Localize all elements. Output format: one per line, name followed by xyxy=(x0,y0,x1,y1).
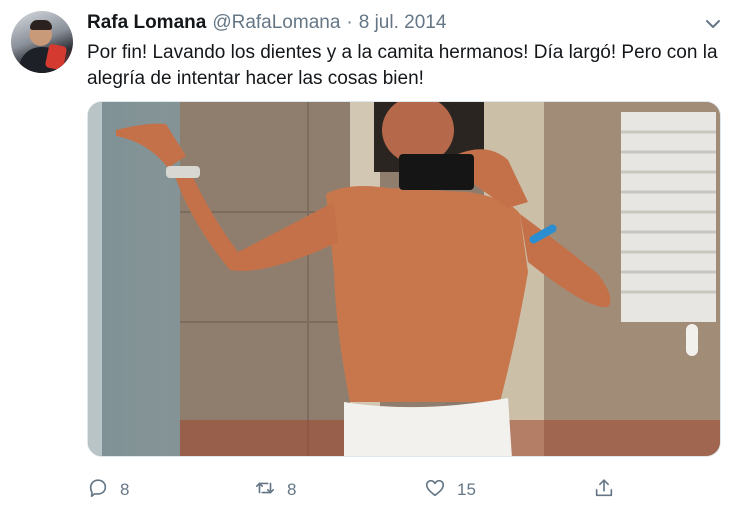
author-name[interactable]: Rafa Lomana xyxy=(87,12,206,34)
retweet-count: 8 xyxy=(287,480,297,499)
tweet-header: Rafa Lomana @RafaLomana · 8 jul. 2014 xyxy=(87,12,446,36)
tweet-actions: 8 8 15 xyxy=(87,475,627,505)
retweet-button[interactable]: 8 xyxy=(254,475,296,505)
share-icon xyxy=(593,477,615,504)
retweet-icon xyxy=(254,477,276,504)
like-button[interactable]: 15 xyxy=(424,475,476,505)
reply-icon xyxy=(87,477,109,504)
avatar-hair xyxy=(30,20,52,30)
tweet[interactable]: Rafa Lomana @RafaLomana · 8 jul. 2014 Po… xyxy=(0,0,738,511)
photo-scene xyxy=(88,102,720,456)
tweet-photo[interactable] xyxy=(87,101,721,457)
share-button[interactable] xyxy=(593,475,615,505)
tweet-date[interactable]: 8 jul. 2014 xyxy=(359,12,447,34)
chevron-down-icon[interactable] xyxy=(703,14,723,34)
tweet-text: Por fin! Lavando los dientes y a la cami… xyxy=(87,42,718,89)
like-count: 15 xyxy=(457,480,476,499)
reply-button[interactable]: 8 xyxy=(87,475,129,505)
author-handle[interactable]: @RafaLomana xyxy=(212,12,340,34)
heart-icon xyxy=(424,477,446,504)
header-separator: · xyxy=(346,12,353,33)
reply-count: 8 xyxy=(120,480,130,499)
avatar[interactable] xyxy=(11,11,73,73)
